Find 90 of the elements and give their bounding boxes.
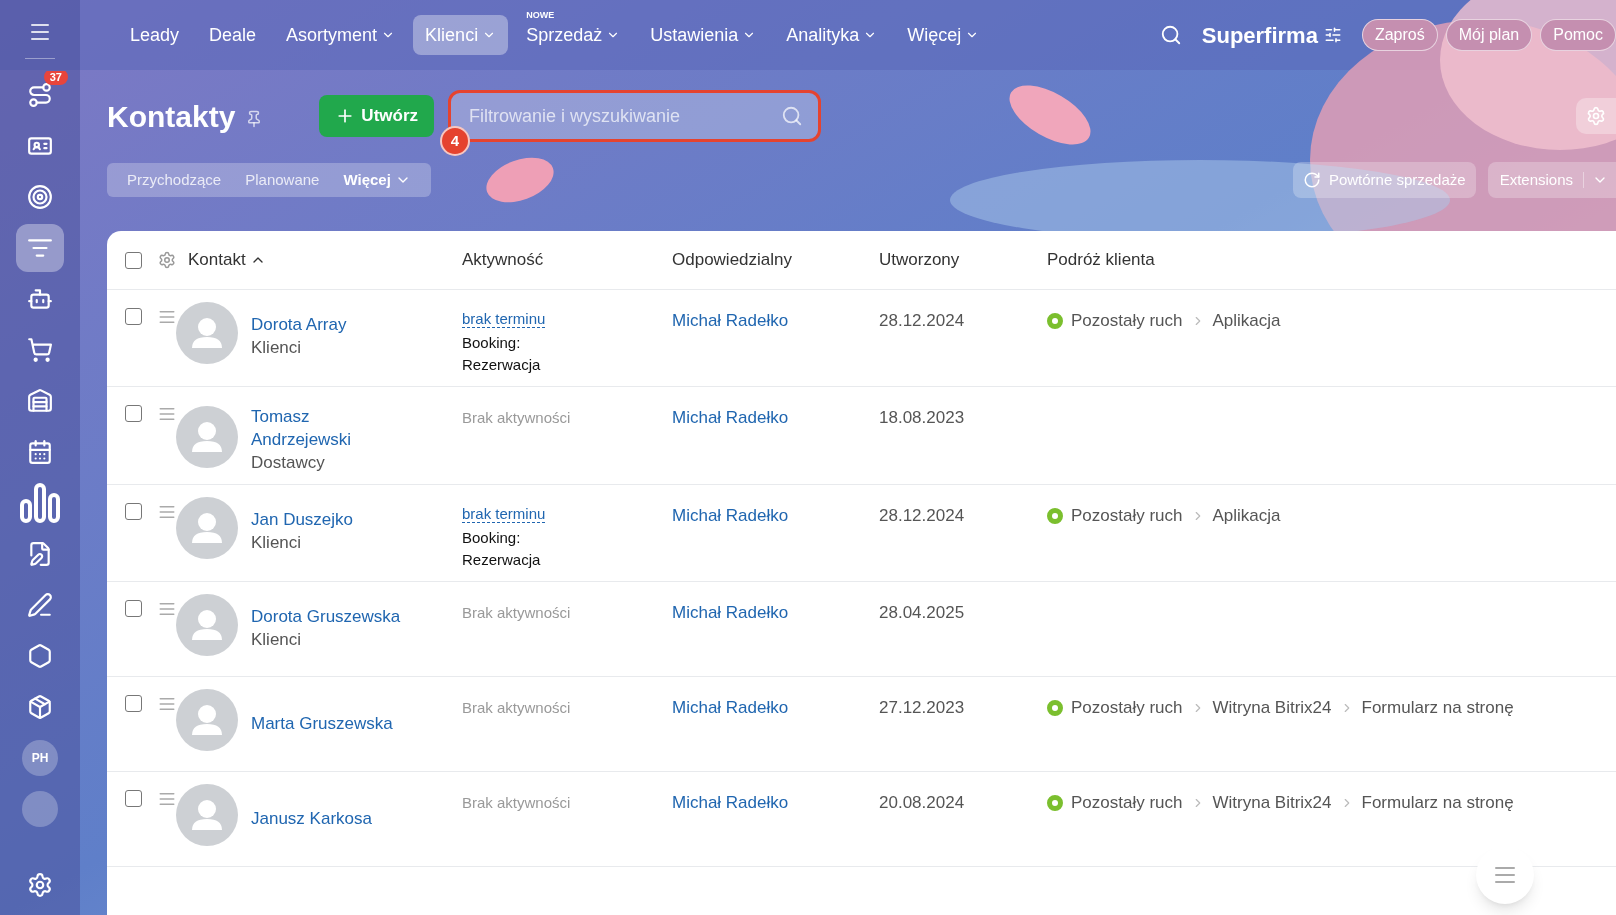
warehouse-icon [27, 388, 53, 414]
cart-icon [27, 337, 53, 363]
search-icon[interactable] [1159, 24, 1182, 46]
company-name: Superfirma [1201, 21, 1318, 50]
row-checkbox[interactable] [125, 790, 142, 807]
funnel-nav-item[interactable] [16, 224, 64, 272]
created-date: 28.12.2024 [879, 310, 966, 332]
drag-handle-icon [158, 695, 176, 713]
row-checkbox[interactable] [125, 503, 142, 520]
journey-step: Pozostały ruch [1071, 308, 1183, 334]
column-header[interactable]: Aktywność [462, 247, 672, 273]
nav-tab[interactable]: Deale [197, 15, 269, 55]
deadline-link[interactable]: brak terminu [462, 505, 546, 523]
avatar-placeholder [176, 405, 238, 468]
search-icon [781, 105, 804, 127]
repeat-icon [1302, 171, 1321, 189]
journey-step: Pozostały ruch [1071, 790, 1183, 816]
document-pen-icon [27, 541, 53, 567]
avatar-placeholder [176, 302, 238, 364]
nav-tab[interactable]: Ustawienia [638, 15, 769, 55]
journey-step: Pozostały ruch [1071, 503, 1183, 529]
column-header[interactable]: Kontakt [188, 247, 246, 273]
contact-name[interactable]: Dorota Array [251, 313, 401, 336]
target-icon [27, 184, 53, 210]
activity-text: Brak aktywności [462, 699, 571, 716]
drag-handle-icon [158, 600, 176, 618]
robot-icon [27, 286, 53, 312]
created-date: 18.08.2023 [879, 407, 966, 429]
journey-step: Witryna Bitrix24 [1212, 790, 1332, 816]
package-icon [27, 694, 53, 720]
activity-text: Brak aktywności [462, 604, 571, 621]
hexagon-icon [27, 643, 53, 669]
settings-icon [158, 251, 176, 269]
contact-name[interactable]: Marta Gruszewska [251, 711, 401, 735]
avatar-placeholder [176, 497, 238, 559]
contact-name[interactable]: Jan Duszejko [251, 508, 401, 531]
drag-handle-icon [158, 308, 176, 326]
journey-step: Formularz na stronę [1361, 695, 1514, 721]
responsible-link[interactable]: Michał Radełko [672, 503, 879, 529]
journey-step: Aplikacja [1212, 308, 1281, 334]
created-date: 20.08.2024 [879, 792, 966, 814]
pen-icon [27, 592, 53, 618]
activity-text: Brak aktywności [462, 794, 571, 811]
nav-tab[interactable]: Analityka [774, 15, 890, 55]
select-all-checkbox[interactable] [125, 251, 142, 269]
created-date: 27.12.2023 [879, 697, 966, 719]
journey-step: Witryna Bitrix24 [1212, 695, 1332, 721]
column-header[interactable]: Podróż klienta [1047, 247, 1155, 273]
row-checkbox[interactable] [125, 600, 142, 617]
deadline-link[interactable]: brak terminu [462, 310, 546, 328]
drag-handle-icon [158, 503, 176, 521]
contact-type: Dostawcy [251, 452, 326, 474]
row-checkbox[interactable] [125, 308, 142, 325]
contact-type: Klienci [251, 629, 303, 651]
journey-step: Formularz na stronę [1361, 790, 1514, 816]
created-date: 28.04.2025 [879, 602, 966, 624]
contact-type: Klienci [251, 532, 303, 554]
created-date: 28.12.2024 [879, 505, 966, 527]
nav-tab[interactable]: Więcej [895, 15, 992, 55]
contact-name[interactable]: Janusz Karkosa [251, 806, 401, 830]
journey-step: Pozostały ruch [1071, 695, 1183, 721]
journey-step: Aplikacja [1212, 503, 1281, 529]
route-icon [27, 82, 53, 108]
user-avatar[interactable]: PH [22, 740, 58, 776]
create-button[interactable]: Utwórz [319, 95, 435, 137]
responsible-link[interactable]: Michał Radełko [672, 405, 879, 431]
responsible-link[interactable]: Michał Radełko [672, 790, 879, 816]
row-checkbox[interactable] [125, 405, 142, 422]
activity-text: Brak aktywności [462, 409, 571, 426]
contact-type: Klienci [251, 337, 303, 359]
responsible-link[interactable]: Michał Radełko [672, 695, 879, 721]
row-checkbox[interactable] [125, 695, 142, 712]
responsible-link[interactable]: Michał Radełko [672, 308, 879, 334]
drag-handle-icon [158, 405, 176, 423]
avatar-placeholder [176, 784, 238, 846]
avatar-placeholder [176, 594, 238, 656]
column-header[interactable]: Utworzony [879, 247, 1047, 273]
nav-tab[interactable]: Asortyment [274, 15, 408, 55]
contact-name[interactable]: Tomasz Andrzejewski [251, 405, 401, 451]
activity-note: Booking: Rezerwacja [462, 528, 542, 570]
calendar-icon [27, 439, 53, 465]
contact-name[interactable]: Dorota Gruszewska [251, 605, 401, 628]
column-header[interactable]: Odpowiedzialny [672, 247, 879, 273]
page-title: Kontakty [107, 98, 236, 135]
drag-handle-icon [158, 790, 176, 808]
avatar-placeholder [176, 689, 238, 751]
responsible-link[interactable]: Michał Radełko [672, 600, 879, 626]
activity-note: Booking: Rezerwacja [462, 333, 542, 375]
nav-tab[interactable]: Leady [118, 15, 192, 55]
sliders-icon [1323, 26, 1342, 44]
